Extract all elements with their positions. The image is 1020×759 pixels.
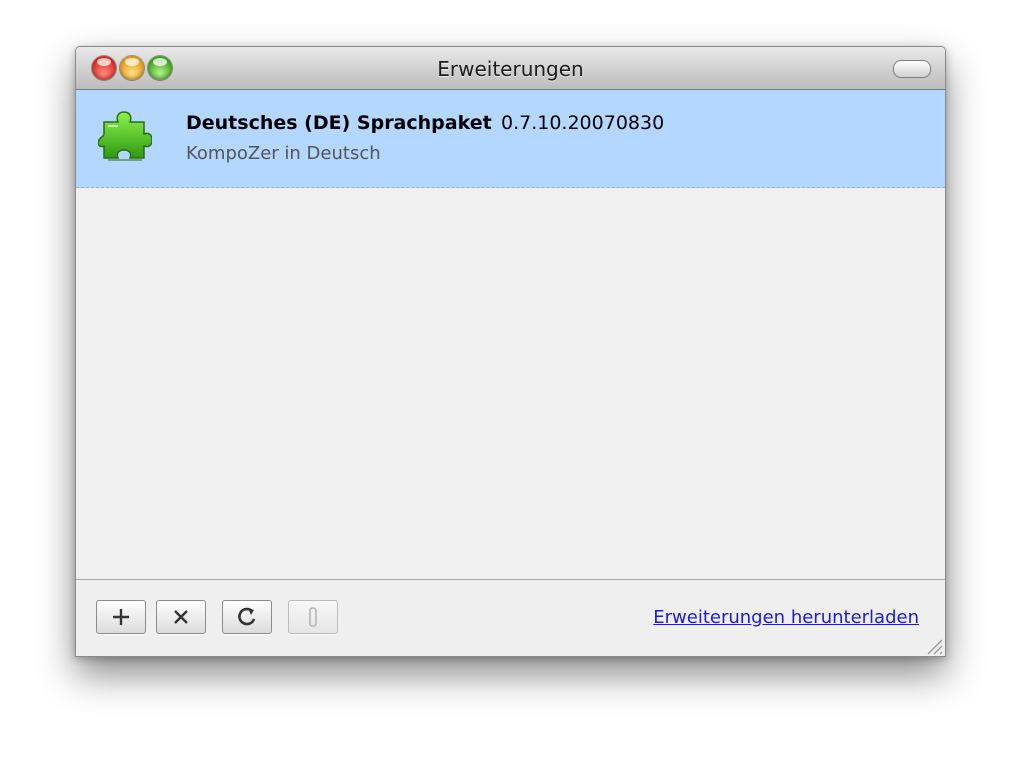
options-icon bbox=[309, 607, 317, 627]
extension-item[interactable]: Deutsches (DE) Sprachpaket 0.7.10.200708… bbox=[76, 90, 945, 188]
update-button[interactable] bbox=[222, 600, 272, 634]
extensions-list[interactable]: Deutsches (DE) Sprachpaket 0.7.10.200708… bbox=[76, 90, 945, 579]
extension-description: KompoZer in Deutsch bbox=[186, 143, 381, 164]
refresh-icon bbox=[238, 607, 256, 626]
puzzle-piece-icon bbox=[98, 111, 152, 161]
download-extensions-link[interactable]: Erweiterungen herunterladen bbox=[653, 607, 919, 628]
plus-icon bbox=[113, 609, 129, 625]
title-bar[interactable]: Erweiterungen bbox=[76, 47, 945, 90]
resize-grip-icon[interactable] bbox=[921, 633, 943, 655]
bottom-toolbar: Erweiterungen herunterladen bbox=[76, 579, 945, 656]
extension-name: Deutsches (DE) Sprachpaket bbox=[186, 112, 492, 134]
uninstall-button[interactable] bbox=[156, 600, 206, 634]
x-icon bbox=[174, 610, 188, 624]
toolbar-toggle-button[interactable] bbox=[893, 60, 931, 78]
options-button[interactable] bbox=[288, 600, 338, 634]
install-button[interactable] bbox=[96, 600, 146, 634]
window-title: Erweiterungen bbox=[437, 57, 584, 81]
extensions-window: Erweiterungen Deutsches (DE) Sprachpaket… bbox=[75, 46, 946, 657]
extension-version: 0.7.10.20070830 bbox=[501, 112, 665, 134]
